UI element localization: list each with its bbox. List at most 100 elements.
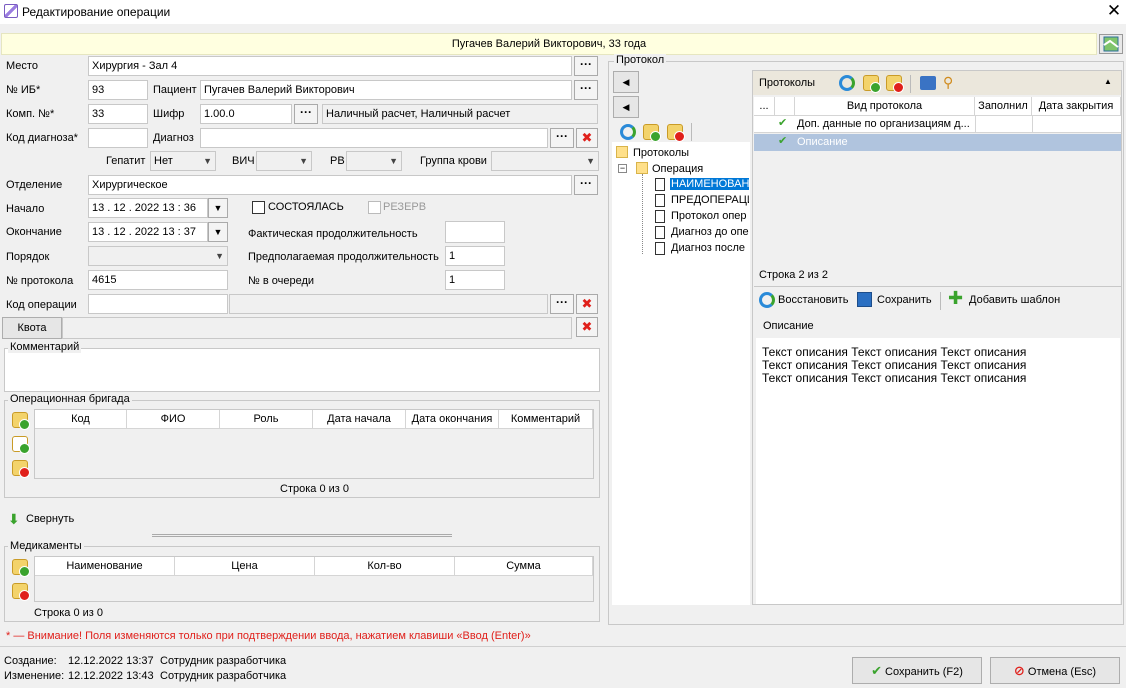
save-button[interactable]: ✔ Сохранить (F2) — [852, 657, 982, 684]
delete-protocol-icon[interactable] — [667, 124, 685, 142]
rv-dropdown[interactable]: ▼ — [346, 151, 402, 171]
nav-left-button-1[interactable]: ◀ — [613, 71, 639, 93]
brigade-col-code[interactable]: Код — [35, 410, 127, 429]
blood-label: Группа крови — [420, 155, 487, 167]
print-icon[interactable] — [920, 76, 936, 90]
planned-duration-input[interactable]: 1 — [445, 246, 505, 266]
delete-member-icon[interactable] — [12, 460, 30, 478]
took-place-checkbox[interactable] — [252, 201, 265, 214]
place-input[interactable]: Хирургия - Зал 4 — [88, 56, 572, 76]
op-code-input[interactable] — [88, 294, 228, 314]
tree-item-0[interactable]: НАИМЕНОВАНИ — [670, 178, 749, 190]
quota-clear-button[interactable]: ✖ — [576, 317, 598, 337]
created-date: 12.12.2022 13:37 — [68, 655, 154, 667]
dept-select-button[interactable]: ··· — [574, 175, 598, 195]
op-code-clear-button[interactable]: ✖ — [576, 294, 598, 314]
footer-divider — [0, 646, 1126, 647]
protocols-col-filled[interactable]: Заполнил — [975, 97, 1032, 116]
brigade-col-end[interactable]: Дата окончания — [406, 410, 499, 429]
protocols-col-menu[interactable]: ... — [754, 97, 775, 116]
brigade-col-comment[interactable]: Комментарий — [499, 410, 593, 429]
tree-node-operation[interactable]: Операция — [652, 163, 703, 175]
collapse-up-icon[interactable]: ▲ — [1104, 77, 1112, 86]
meds-grid[interactable]: Наименование Цена Кол-во Сумма — [34, 556, 594, 602]
brigade-col-fio[interactable]: ФИО — [127, 410, 220, 429]
meds-col-name[interactable]: Наименование — [35, 557, 175, 576]
add-template-button[interactable]: Добавить шаблон — [969, 294, 1060, 306]
close-icon[interactable]: ✕ — [1104, 1, 1124, 21]
patient-input[interactable]: Пугачев Валерий Викторович — [200, 80, 572, 100]
add-protocol-icon[interactable] — [643, 124, 661, 142]
tree-collapse-toggle[interactable]: − — [618, 164, 627, 173]
tree-line — [642, 174, 643, 254]
protocols-status: Строка 2 из 2 — [759, 269, 828, 281]
protocol-no-input[interactable]: 4615 — [88, 270, 228, 290]
order-dropdown[interactable]: ▼ — [88, 246, 228, 266]
nav-left-button-2[interactable]: ◀ — [613, 96, 639, 118]
delete-icon[interactable] — [886, 75, 904, 93]
protocols-col-type[interactable]: Вид протокола — [795, 97, 975, 116]
diag-code-input[interactable] — [88, 128, 148, 148]
refresh-icon[interactable] — [839, 75, 855, 91]
add-med-icon[interactable] — [12, 559, 30, 577]
brigade-col-start[interactable]: Дата начала — [313, 410, 406, 429]
add-member-alt-icon[interactable] — [12, 436, 30, 454]
cell-divider — [1032, 116, 1033, 133]
search-icon[interactable]: ⚲ — [943, 74, 953, 91]
meds-col-sum[interactable]: Сумма — [455, 557, 593, 576]
protocols-col-closed[interactable]: Дата закрытия — [1032, 97, 1121, 116]
payment-field: Наличный расчет, Наличный расчет — [322, 104, 598, 124]
ib-input[interactable]: 93 — [88, 80, 148, 100]
chevron-down-icon: ▼ — [586, 156, 595, 166]
title-bar: Редактирование операции ✕ — [0, 0, 1126, 24]
restore-button[interactable]: Восстановить — [778, 294, 848, 306]
cancel-button[interactable]: ⊘ Отмена (Esc) — [990, 657, 1120, 684]
add-member-icon[interactable] — [12, 412, 30, 430]
meds-col-qty[interactable]: Кол-во — [315, 557, 455, 576]
diag-select-button[interactable]: ··· — [550, 128, 574, 148]
start-datetime[interactable]: 13 . 12 . 2022 13 : 36 — [88, 198, 208, 218]
diag-input[interactable] — [200, 128, 548, 148]
hiv-dropdown[interactable]: ▼ — [256, 151, 312, 171]
protocols-col-check[interactable] — [775, 97, 795, 116]
dept-input[interactable]: Хирургическое — [88, 175, 572, 195]
start-calendar-button[interactable]: ▼ — [208, 198, 228, 218]
end-datetime[interactable]: 13 . 12 . 2022 13 : 37 — [88, 222, 208, 242]
op-code-select-button[interactable]: ··· — [550, 294, 574, 314]
tree-item-1[interactable]: ПРЕДОПЕРАЦИ — [671, 194, 749, 206]
tree-item-4[interactable]: Диагноз после — [671, 242, 749, 254]
protocol-group-title: Протокол — [614, 54, 667, 66]
hepatitis-dropdown[interactable]: Нет ▼ — [150, 151, 216, 171]
map-button[interactable] — [1099, 34, 1123, 54]
tree-item-3[interactable]: Диагноз до опе — [671, 226, 749, 238]
add-icon[interactable] — [863, 75, 881, 93]
diag-clear-button[interactable]: ✖ — [576, 128, 598, 148]
tree-root[interactable]: Протоколы — [633, 147, 689, 159]
delete-med-icon[interactable] — [12, 583, 30, 601]
splitter[interactable] — [152, 534, 452, 537]
meds-col-price[interactable]: Цена — [175, 557, 315, 576]
app-icon — [4, 4, 18, 18]
meds-title: Медикаменты — [8, 540, 84, 552]
patient-select-button[interactable]: ··· — [574, 80, 598, 100]
comment-box[interactable] — [4, 348, 600, 392]
reserve-checkbox[interactable] — [368, 201, 381, 214]
folder-icon — [616, 146, 628, 158]
cipher-select-button[interactable]: ··· — [294, 104, 318, 124]
tree-item-2[interactable]: Протокол опер — [671, 210, 749, 222]
place-select-button[interactable]: ··· — [574, 56, 598, 76]
cipher-input[interactable]: 1.00.0 — [200, 104, 292, 124]
brigade-grid[interactable]: Код ФИО Роль Дата начала Дата окончания … — [34, 409, 594, 479]
actual-duration-input[interactable] — [445, 221, 505, 243]
chevron-down-icon: ▼ — [215, 251, 224, 261]
queue-input[interactable]: 1 — [445, 270, 505, 290]
quota-button[interactable]: Квота — [2, 317, 62, 339]
brigade-col-role[interactable]: Роль — [220, 410, 313, 429]
komp-input[interactable]: 33 — [88, 104, 148, 124]
blood-dropdown[interactable]: ▼ — [491, 151, 599, 171]
end-calendar-button[interactable]: ▼ — [208, 222, 228, 242]
refresh-tree-icon[interactable] — [620, 124, 636, 140]
protocol-save-button[interactable]: Сохранить — [877, 294, 932, 306]
collapse-button[interactable]: Свернуть — [26, 513, 74, 525]
planned-duration-label: Предполагаемая продолжительность — [248, 251, 439, 263]
